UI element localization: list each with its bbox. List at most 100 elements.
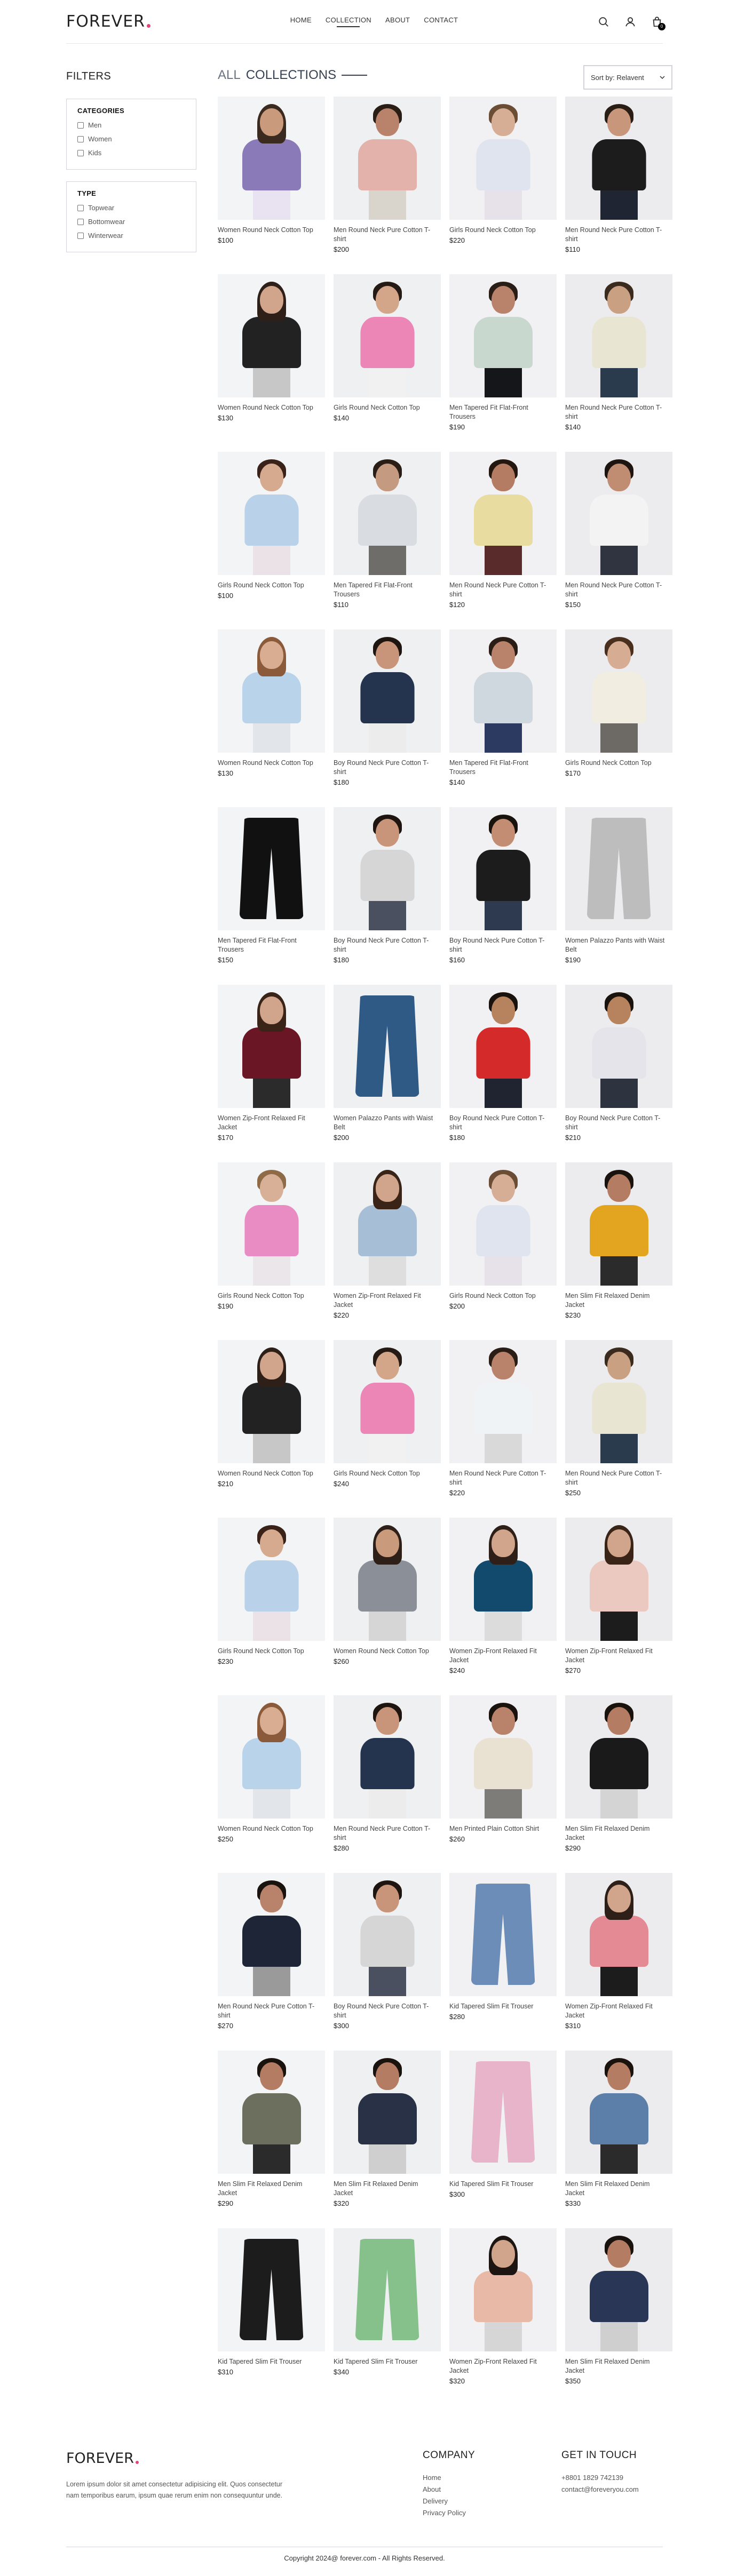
product-card[interactable]: Men Round Neck Pure Cotton T-shirt $250	[565, 1340, 672, 1509]
checkbox[interactable]	[77, 122, 84, 129]
product-name[interactable]: Boy Round Neck Pure Cotton T-shirt	[334, 2002, 441, 2020]
product-name[interactable]: Girls Round Neck Cotton Top	[565, 759, 672, 768]
product-image[interactable]	[449, 452, 557, 575]
product-image[interactable]	[565, 2051, 672, 2174]
product-image[interactable]	[334, 1695, 441, 1819]
product-card[interactable]: Women Zip-Front Relaxed Fit Jacket $170	[218, 985, 325, 1153]
product-card[interactable]: Women Zip-Front Relaxed Fit Jacket $320	[449, 2228, 557, 2397]
product-image[interactable]	[218, 1518, 325, 1641]
product-image[interactable]	[449, 274, 557, 397]
product-image[interactable]	[218, 985, 325, 1108]
product-name[interactable]: Men Round Neck Pure Cotton T-shirt	[565, 1469, 672, 1487]
product-card[interactable]: Women Round Neck Cotton Top $260	[334, 1518, 441, 1686]
user-icon[interactable]	[624, 16, 636, 28]
product-image[interactable]	[449, 1695, 557, 1819]
product-card[interactable]: Boy Round Neck Pure Cotton T-shirt $210	[565, 985, 672, 1153]
product-name[interactable]: Men Round Neck Pure Cotton T-shirt	[449, 1469, 557, 1487]
product-name[interactable]: Kid Tapered Slim Fit Trouser	[449, 2180, 557, 2189]
product-card[interactable]: Boy Round Neck Pure Cotton T-shirt $300	[334, 1873, 441, 2041]
product-card[interactable]: Men Tapered Fit Flat-Front Trousers $190	[449, 274, 557, 443]
product-card[interactable]: Boy Round Neck Pure Cotton T-shirt $180	[449, 985, 557, 1153]
product-name[interactable]: Girls Round Neck Cotton Top	[218, 1291, 325, 1301]
product-image[interactable]	[334, 1162, 441, 1286]
product-card[interactable]: Kid Tapered Slim Fit Trouser $340	[334, 2228, 441, 2397]
product-image[interactable]	[334, 2228, 441, 2351]
product-card[interactable]: Men Printed Plain Cotton Shirt $260	[449, 1695, 557, 1864]
product-image[interactable]	[565, 2228, 672, 2351]
product-image[interactable]	[218, 1340, 325, 1463]
product-name[interactable]: Women Zip-Front Relaxed Fit Jacket	[449, 2357, 557, 2375]
product-card[interactable]: Girls Round Neck Cotton Top $190	[218, 1162, 325, 1331]
checkbox[interactable]	[77, 218, 84, 225]
checkbox[interactable]	[77, 232, 84, 239]
product-card[interactable]: Women Palazzo Pants with Waist Belt $200	[334, 985, 441, 1153]
product-card[interactable]: Women Zip-Front Relaxed Fit Jacket $310	[565, 1873, 672, 2041]
product-card[interactable]: Men Tapered Fit Flat-Front Trousers $110	[334, 452, 441, 620]
product-name[interactable]: Men Printed Plain Cotton Shirt	[449, 1824, 557, 1833]
product-name[interactable]: Girls Round Neck Cotton Top	[334, 403, 441, 412]
filter-option-bottomwear[interactable]: Bottomwear	[77, 218, 185, 226]
product-name[interactable]: Women Round Neck Cotton Top	[334, 1647, 441, 1656]
product-card[interactable]: Women Round Neck Cotton Top $130	[218, 274, 325, 443]
product-card[interactable]: Boy Round Neck Pure Cotton T-shirt $160	[449, 807, 557, 976]
product-card[interactable]: Women Round Neck Cotton Top $250	[218, 1695, 325, 1864]
product-image[interactable]	[449, 2228, 557, 2351]
checkbox[interactable]	[77, 204, 84, 211]
product-image[interactable]	[218, 452, 325, 575]
product-name[interactable]: Boy Round Neck Pure Cotton T-shirt	[334, 936, 441, 954]
product-card[interactable]: Men Round Neck Pure Cotton T-shirt $120	[449, 452, 557, 620]
product-image[interactable]	[449, 1518, 557, 1641]
product-image[interactable]	[218, 2051, 325, 2174]
product-card[interactable]: Women Palazzo Pants with Waist Belt $190	[565, 807, 672, 976]
product-card[interactable]: Women Round Neck Cotton Top $210	[218, 1340, 325, 1509]
product-card[interactable]: Men Slim Fit Relaxed Denim Jacket $290	[565, 1695, 672, 1864]
product-card[interactable]: Women Zip-Front Relaxed Fit Jacket $240	[449, 1518, 557, 1686]
product-card[interactable]: Girls Round Neck Cotton Top $240	[334, 1340, 441, 1509]
product-name[interactable]: Women Round Neck Cotton Top	[218, 226, 325, 235]
filter-option-topwear[interactable]: Topwear	[77, 204, 185, 212]
product-card[interactable]: Girls Round Neck Cotton Top $230	[218, 1518, 325, 1686]
product-name[interactable]: Boy Round Neck Pure Cotton T-shirt	[449, 936, 557, 954]
product-card[interactable]: Men Tapered Fit Flat-Front Trousers $140	[449, 629, 557, 798]
product-name[interactable]: Men Slim Fit Relaxed Denim Jacket	[565, 1824, 672, 1843]
product-card[interactable]: Women Zip-Front Relaxed Fit Jacket $270	[565, 1518, 672, 1686]
product-image[interactable]	[565, 807, 672, 930]
product-image[interactable]	[218, 1695, 325, 1819]
product-card[interactable]: Girls Round Neck Cotton Top $100	[218, 452, 325, 620]
product-image[interactable]	[334, 1518, 441, 1641]
nav-link-home[interactable]: HOME	[290, 16, 312, 27]
checkbox[interactable]	[77, 135, 84, 142]
product-card[interactable]: Men Round Neck Pure Cotton T-shirt $110	[565, 97, 672, 265]
product-name[interactable]: Women Zip-Front Relaxed Fit Jacket	[334, 1291, 441, 1310]
product-name[interactable]: Women Zip-Front Relaxed Fit Jacket	[218, 1114, 325, 1132]
product-card[interactable]: Men Tapered Fit Flat-Front Trousers $150	[218, 807, 325, 976]
footer-link-about[interactable]: About	[423, 2485, 475, 2493]
product-card[interactable]: Men Slim Fit Relaxed Denim Jacket $350	[565, 2228, 672, 2397]
product-image[interactable]	[565, 629, 672, 753]
product-name[interactable]: Girls Round Neck Cotton Top	[449, 1291, 557, 1301]
product-name[interactable]: Kid Tapered Slim Fit Trouser	[449, 2002, 557, 2011]
product-name[interactable]: Girls Round Neck Cotton Top	[218, 581, 325, 590]
product-card[interactable]: Women Zip-Front Relaxed Fit Jacket $220	[334, 1162, 441, 1331]
product-name[interactable]: Girls Round Neck Cotton Top	[334, 1469, 441, 1478]
product-card[interactable]: Boy Round Neck Pure Cotton T-shirt $180	[334, 629, 441, 798]
product-card[interactable]: Men Round Neck Pure Cotton T-shirt $270	[218, 1873, 325, 2041]
search-icon[interactable]	[598, 16, 609, 28]
product-name[interactable]: Women Round Neck Cotton Top	[218, 1824, 325, 1833]
product-name[interactable]: Men Round Neck Pure Cotton T-shirt	[334, 226, 441, 244]
product-name[interactable]: Men Round Neck Pure Cotton T-shirt	[565, 581, 672, 599]
product-card[interactable]: Men Round Neck Pure Cotton T-shirt $280	[334, 1695, 441, 1864]
product-name[interactable]: Kid Tapered Slim Fit Trouser	[218, 2357, 325, 2366]
product-card[interactable]: Men Slim Fit Relaxed Denim Jacket $320	[334, 2051, 441, 2219]
product-image[interactable]	[334, 274, 441, 397]
footer-link-privacy-policy[interactable]: Privacy Policy	[423, 2509, 475, 2517]
product-card[interactable]: Girls Round Neck Cotton Top $220	[449, 97, 557, 265]
product-name[interactable]: Men Round Neck Pure Cotton T-shirt	[449, 581, 557, 599]
product-name[interactable]: Girls Round Neck Cotton Top	[449, 226, 557, 235]
product-card[interactable]: Women Round Neck Cotton Top $100	[218, 97, 325, 265]
product-image[interactable]	[218, 97, 325, 220]
product-card[interactable]: Men Round Neck Pure Cotton T-shirt $220	[449, 1340, 557, 1509]
product-name[interactable]: Boy Round Neck Pure Cotton T-shirt	[565, 1114, 672, 1132]
product-image[interactable]	[565, 274, 672, 397]
product-card[interactable]: Girls Round Neck Cotton Top $200	[449, 1162, 557, 1331]
